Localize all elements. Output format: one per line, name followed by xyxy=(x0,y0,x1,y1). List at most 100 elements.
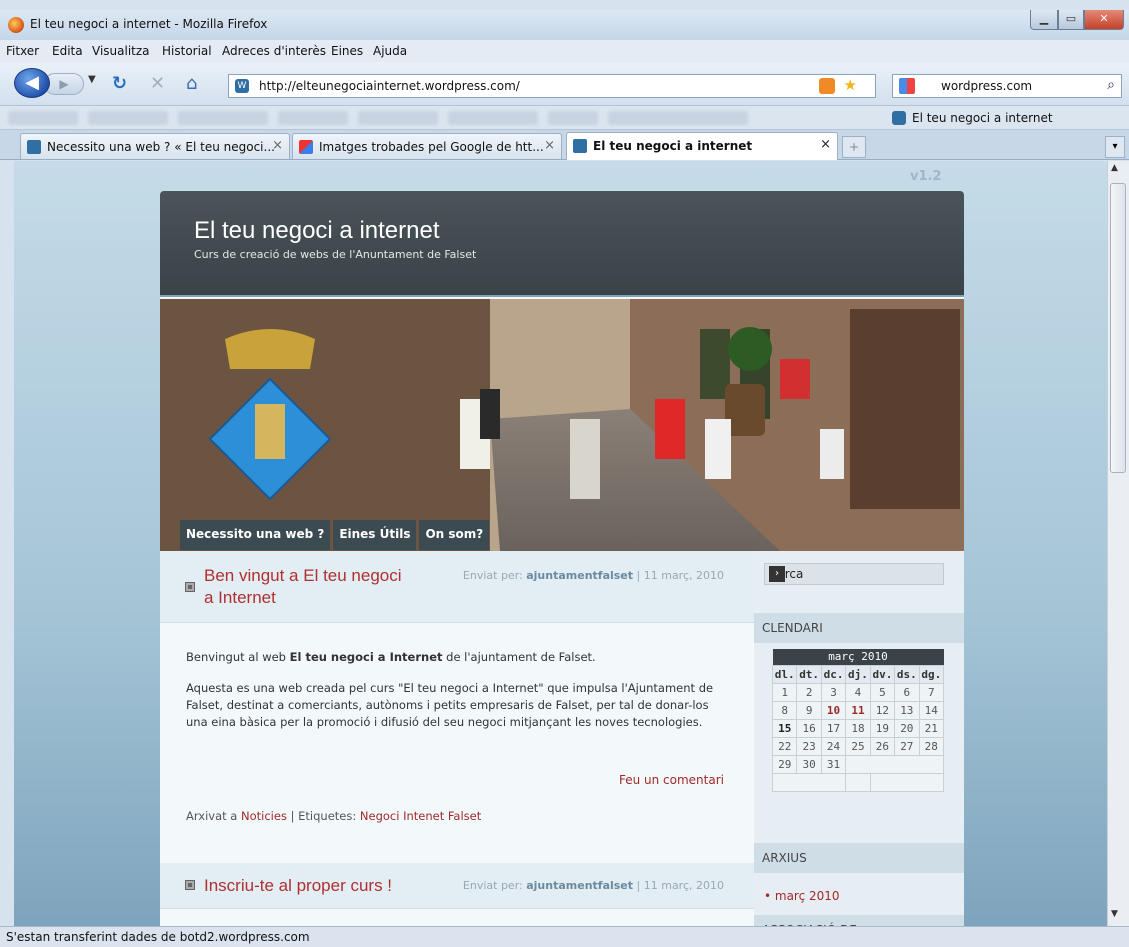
calendar-pad xyxy=(845,772,871,792)
bookmark-el-teu-negoci[interactable]: El teu negoci a internet xyxy=(912,111,1053,125)
site-title[interactable]: El teu negoci a internet xyxy=(194,217,440,245)
nav-eines-utils[interactable]: Eines Útils xyxy=(333,520,417,550)
home-icon[interactable]: ⌂ xyxy=(186,73,197,94)
text: Benvingut al web xyxy=(186,650,290,664)
tab-close-icon[interactable]: × xyxy=(820,137,831,152)
tab-close-icon[interactable]: × xyxy=(544,138,555,153)
post-date: | 11 març, 2010 xyxy=(636,569,724,582)
calendar-day: 31 xyxy=(820,754,847,774)
search-engine-icon[interactable] xyxy=(899,78,915,94)
nav-necessito-web[interactable]: Necessito una web ? xyxy=(180,520,331,550)
post-header: Ben vingut a El teu negoci a Internet En… xyxy=(160,551,754,623)
calendar-day-link[interactable]: 11 xyxy=(845,700,871,720)
tab-el-teu-negoci[interactable]: El teu negoci a internet × xyxy=(566,132,838,160)
history-dropdown-icon[interactable]: ▼ xyxy=(88,74,96,85)
meta-prefix: Enviat per: xyxy=(462,879,523,892)
new-tab-button[interactable]: + xyxy=(842,136,866,158)
bookmark-item[interactable] xyxy=(8,111,78,125)
calendar-day: 28 xyxy=(918,736,945,756)
maximize-button[interactable]: ▭ xyxy=(1058,10,1084,30)
calendar-day: 21 xyxy=(918,718,945,738)
calendar-day: 25 xyxy=(845,736,871,756)
post-author[interactable]: ajuntamentfalset xyxy=(526,569,633,582)
calendar-day: 14 xyxy=(918,700,945,720)
calendar-caption: març 2010 xyxy=(772,649,944,665)
bookmark-item[interactable] xyxy=(88,111,168,125)
rss-feed-icon[interactable] xyxy=(819,78,835,94)
search-magnifier-icon[interactable]: ⌕ xyxy=(1107,77,1115,93)
post-title[interactable]: Ben vingut a El teu negoci a Internet xyxy=(204,565,414,609)
url-text[interactable]: http://elteunegociainternet.wordpress.co… xyxy=(259,79,520,93)
comment-link[interactable]: Feu un comentari xyxy=(619,773,724,787)
post-meta: Enviat per: ajuntamentfalset | 11 març, … xyxy=(463,879,724,892)
post-paragraph: Benvingut al web El teu negoci a Interne… xyxy=(186,649,731,666)
tab-label: Imatges trobades pel Google de htt... xyxy=(319,140,544,154)
sidebar-search[interactable]: Cerca › xyxy=(764,563,944,585)
post-author[interactable]: ajuntamentfalset xyxy=(526,879,633,892)
bookmark-item[interactable] xyxy=(548,111,598,125)
scroll-thumb[interactable] xyxy=(1110,183,1126,473)
calendar-day: 17 xyxy=(820,718,847,738)
calendar-day: 22 xyxy=(771,736,798,756)
archives-widget-title: ARXIUS xyxy=(754,843,964,873)
search-box[interactable]: wordpress.com ⌕ xyxy=(892,74,1122,98)
bookmark-item[interactable] xyxy=(358,111,438,125)
calendar-widget-title: CLENDARI xyxy=(754,613,964,643)
scroll-up-icon[interactable]: ▲ xyxy=(1111,163,1118,173)
tab-necessito-web[interactable]: Necessito una web ? « El teu negoci... × xyxy=(20,133,290,159)
calendar-day: 7 xyxy=(918,682,945,702)
vertical-scrollbar[interactable]: ▲ ▼ xyxy=(1107,161,1129,926)
minimize-button[interactable]: ▁ xyxy=(1030,10,1058,30)
scroll-down-icon[interactable]: ▼ xyxy=(1111,909,1118,919)
bookmark-item[interactable] xyxy=(608,111,748,125)
weekday: dt. xyxy=(796,664,822,684)
calendar-day-link[interactable]: 10 xyxy=(820,700,847,720)
weekday: dg. xyxy=(918,664,945,684)
back-button[interactable]: ◀ xyxy=(14,68,50,98)
address-bar[interactable]: W http://elteunegociainternet.wordpress.… xyxy=(228,74,876,98)
weekday: dc. xyxy=(820,664,847,684)
reload-icon[interactable]: ↻ xyxy=(112,73,127,94)
post-body: Benvingut al web El teu negoci a Interne… xyxy=(186,649,731,745)
post-bullet-icon xyxy=(185,582,195,592)
category-link[interactable]: Noticies xyxy=(241,809,287,823)
tab-bar: Necessito una web ? « El teu negoci... ×… xyxy=(0,130,1129,160)
calendar-day: 2 xyxy=(796,682,822,702)
stop-icon[interactable]: ✕ xyxy=(150,73,165,94)
bookmark-item[interactable] xyxy=(178,111,268,125)
menu-historial[interactable]: Historial xyxy=(162,44,212,58)
menu-visualitza[interactable]: Visualitza xyxy=(92,44,150,58)
archive-link[interactable]: • març 2010 xyxy=(764,889,840,903)
bookmarks-toolbar: El teu negoci a internet xyxy=(0,106,1129,130)
bookmark-star-icon[interactable]: ★ xyxy=(844,76,857,94)
post-title[interactable]: Inscriu-te al proper curs ! xyxy=(204,875,392,897)
tab-list-button[interactable]: ▾ xyxy=(1105,136,1125,158)
menu-ajuda[interactable]: Ajuda xyxy=(373,44,407,58)
bookmark-item[interactable] xyxy=(448,111,538,125)
close-window-button[interactable]: ✕ xyxy=(1084,10,1124,30)
street-photo xyxy=(160,299,964,551)
post-paragraph: Aquesta es una web creada pel curs "El t… xyxy=(186,681,714,729)
calendar-day: 4 xyxy=(845,682,871,702)
calendar-day: 27 xyxy=(894,736,920,756)
tab-imatges-google[interactable]: Imatges trobades pel Google de htt... × xyxy=(292,133,562,159)
search-submit-button[interactable]: › xyxy=(769,566,785,582)
forward-button[interactable]: ▶ xyxy=(44,73,84,95)
menu-edita[interactable]: Edita xyxy=(52,44,83,58)
nav-on-som[interactable]: On som? xyxy=(419,520,490,550)
posts-column: Ben vingut a El teu negoci a Internet En… xyxy=(160,551,754,926)
menu-fitxer[interactable]: Fitxer xyxy=(6,44,39,58)
tab-close-icon[interactable]: × xyxy=(272,138,283,153)
tab-label: El teu negoci a internet xyxy=(593,139,753,153)
text: de l'ajuntament de Falset. xyxy=(442,650,596,664)
weekday: dl. xyxy=(771,664,798,684)
menu-adreces[interactable]: Adreces d'interès xyxy=(222,44,326,58)
calendar-day: 5 xyxy=(869,682,896,702)
search-input[interactable]: wordpress.com xyxy=(941,79,1032,93)
tags-link[interactable]: Negoci Intenet Falset xyxy=(360,809,481,823)
wordpress-favicon-icon xyxy=(27,140,41,154)
web-content: v1.2 El teu negoci a internet Curs de cr… xyxy=(14,161,1107,926)
calendar-prev-nav xyxy=(771,772,847,792)
bookmark-item[interactable] xyxy=(278,111,348,125)
menu-eines[interactable]: Eines xyxy=(331,44,363,58)
